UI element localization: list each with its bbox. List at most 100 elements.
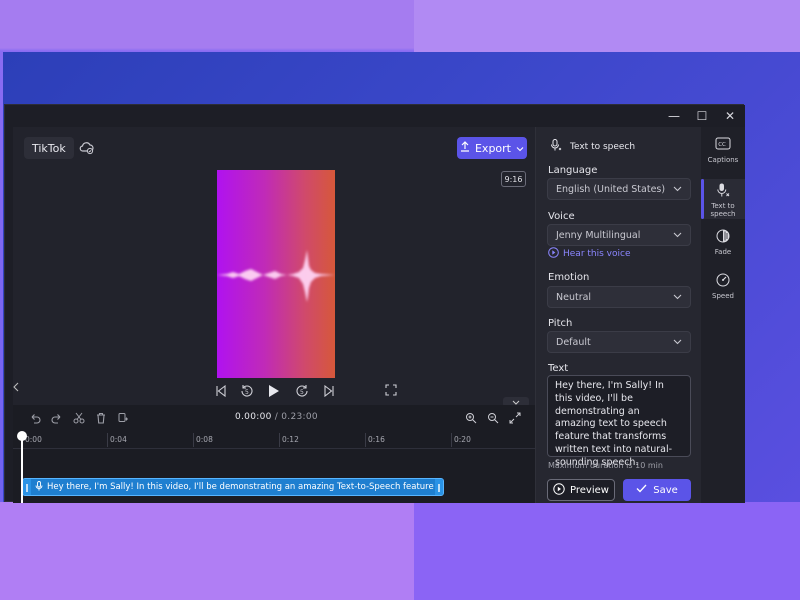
save-button[interactable]: Save	[623, 479, 691, 501]
rail-label: Speed	[712, 292, 734, 300]
tts-text-input[interactable]: Hey there, I'm Sally! In this video, I'l…	[547, 375, 691, 468]
voice-select[interactable]: Jenny Multilingual	[547, 224, 691, 246]
panel-header: Text to speech	[550, 139, 635, 154]
svg-text:5: 5	[245, 389, 249, 396]
tts-audio-clip[interactable]: ‖ Hey there, I'm Sally! In this video, I…	[22, 478, 444, 496]
fit-timeline-icon[interactable]	[507, 410, 523, 426]
play-circle-icon	[553, 482, 565, 498]
save-label: Save	[653, 484, 678, 496]
ruler-tick: 0:08	[193, 433, 213, 447]
cloud-sync-icon[interactable]	[79, 140, 95, 156]
speedometer-icon	[715, 273, 731, 289]
pitch-select[interactable]: Default	[547, 331, 691, 353]
language-label: Language	[548, 165, 598, 176]
minimize-icon[interactable]: —	[659, 105, 689, 127]
fade-icon	[715, 229, 731, 245]
skip-back-icon[interactable]	[213, 380, 229, 402]
active-indicator	[701, 179, 704, 219]
title-bar: — ☐ ✕	[5, 105, 745, 127]
preview-label: Preview	[570, 484, 609, 496]
redo-icon[interactable]	[49, 410, 65, 426]
zoom-in-icon[interactable]	[463, 410, 479, 426]
chevron-down-icon	[673, 337, 682, 348]
chevron-down-icon	[516, 142, 524, 155]
voice-mic-icon	[550, 139, 562, 154]
time-ruler[interactable]: 0:00 0:04 0:08 0:12 0:16 0:20	[13, 433, 535, 449]
timeline: 0.00:00 / 0.23:00 0:00 0:04 0:08 0:12 0:…	[13, 405, 535, 503]
rail-item-captions[interactable]: CC Captions	[701, 137, 745, 171]
background-block	[0, 502, 414, 600]
duplicate-icon[interactable]	[115, 410, 131, 426]
chevron-down-icon	[673, 230, 682, 241]
ruler-tick: 0:04	[107, 433, 127, 447]
captions-icon: CC	[715, 137, 731, 153]
pitch-label: Pitch	[548, 318, 573, 329]
emotion-label: Emotion	[548, 272, 590, 283]
chevron-down-icon	[673, 184, 682, 195]
svg-text:5: 5	[300, 389, 304, 396]
playhead[interactable]	[21, 433, 23, 503]
export-label: Export	[474, 141, 511, 155]
aspect-ratio-badge[interactable]: 9:16	[501, 171, 526, 187]
undo-icon[interactable]	[27, 410, 43, 426]
rail-label: Captions	[707, 156, 739, 164]
panel-title: Text to speech	[570, 141, 636, 152]
rail-item-fade[interactable]: Fade	[701, 229, 745, 263]
export-button[interactable]: Export	[457, 137, 527, 159]
preview-button[interactable]: Preview	[547, 479, 615, 501]
voice-label: Voice	[548, 211, 575, 222]
text-label: Text	[548, 363, 569, 374]
upload-icon	[460, 141, 470, 155]
text-to-speech-icon	[715, 183, 731, 199]
ruler-tick: 0:00	[22, 433, 42, 447]
zoom-out-icon[interactable]	[485, 410, 501, 426]
close-icon[interactable]: ✕	[715, 105, 745, 127]
hear-voice-label: Hear this voice	[563, 249, 631, 259]
rewind-5-icon[interactable]: 5	[239, 380, 255, 402]
waveform-graphic	[217, 250, 335, 302]
rail-label: Fade	[714, 248, 732, 256]
voice-value: Jenny Multilingual	[556, 229, 641, 241]
playback-controls: 5 5	[213, 380, 413, 402]
ruler-tick: 0:16	[365, 433, 385, 447]
mic-icon	[35, 481, 43, 493]
clip-trim-handle-right[interactable]: ‖	[435, 479, 443, 495]
collapse-left-icon[interactable]	[13, 382, 21, 402]
svg-text:CC: CC	[718, 142, 726, 148]
ruler-tick: 0:12	[279, 433, 299, 447]
language-select[interactable]: English (United States)	[547, 178, 691, 200]
scissors-icon[interactable]	[71, 410, 87, 426]
total-time: 0.23:00	[281, 412, 318, 422]
playhead-handle[interactable]	[17, 431, 27, 441]
pitch-value: Default	[556, 336, 591, 348]
forward-5-icon[interactable]: 5	[294, 380, 310, 402]
language-value: English (United States)	[556, 183, 666, 195]
timeline-toolbar: 0.00:00 / 0.23:00	[13, 405, 535, 431]
clip-trim-handle-left[interactable]: ‖	[23, 479, 31, 495]
rail-label: speech	[710, 210, 736, 218]
maximize-icon[interactable]: ☐	[687, 105, 717, 127]
properties-rail: CC Captions Text to speech Fade Speed	[701, 127, 745, 503]
background-block	[414, 502, 800, 600]
video-editor-window: — ☐ ✕ TikTok Export 9:16 5 5 0.00:00 / 0…	[4, 104, 745, 503]
delete-icon[interactable]	[93, 410, 109, 426]
video-preview	[217, 170, 335, 378]
emotion-value: Neutral	[556, 291, 592, 303]
rail-item-text-to-speech[interactable]: Text to speech	[701, 179, 745, 219]
preset-button[interactable]: TikTok	[24, 137, 74, 159]
preview-stage: TikTok Export 9:16 5 5	[13, 127, 535, 407]
checkmark-icon	[636, 484, 647, 496]
clip-label: Hey there, I'm Sally! In this video, I'l…	[47, 482, 435, 492]
max-duration-hint: Maximum duration is 10 min	[548, 461, 663, 470]
hear-voice-link[interactable]: Hear this voice	[548, 247, 630, 261]
play-circle-icon	[548, 247, 559, 261]
play-icon[interactable]	[266, 380, 282, 402]
skip-forward-icon[interactable]	[321, 380, 337, 402]
time-separator: /	[271, 412, 282, 422]
fullscreen-icon[interactable]	[385, 384, 399, 398]
emotion-select[interactable]: Neutral	[547, 286, 691, 308]
chevron-down-icon	[673, 292, 682, 303]
ruler-tick: 0:20	[451, 433, 471, 447]
rail-label: Text to	[711, 202, 735, 210]
rail-item-speed[interactable]: Speed	[701, 273, 745, 307]
